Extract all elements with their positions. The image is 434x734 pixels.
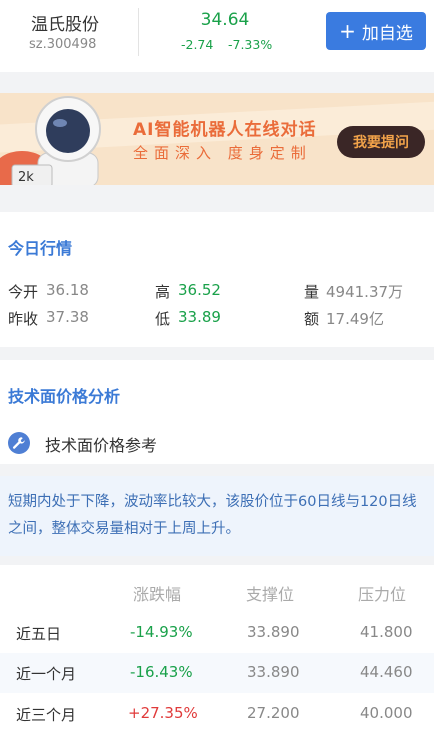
ask-question-button[interactable]: 我要提问 (337, 126, 425, 158)
summary-text: 短期内处于下降，波动率比较大，该股价位于60日线与120日线之间，整体交易量相对… (8, 494, 417, 537)
section-title: 技术面价格分析 (8, 387, 121, 406)
column-header-change: 涨跌幅 (133, 585, 182, 604)
volume-value: 4941.37万 (326, 283, 404, 301)
wrench-icon (8, 432, 30, 454)
support-cell: 27.200 (247, 704, 300, 722)
column-header-resistance: 压力位 (358, 585, 407, 604)
astronaut-illustration: 2k (0, 96, 101, 185)
amount-value: 17.49亿 (326, 310, 384, 328)
current-price: 34.64 (200, 10, 250, 30)
add-to-watchlist-label: 加自选 (361, 23, 413, 44)
high-label: 高 (155, 283, 171, 301)
resistance-cell: 41.800 (360, 623, 413, 641)
prev-close-label: 昨收 (8, 310, 39, 328)
open-value: 36.18 (46, 281, 89, 299)
volume-label: 量 (304, 283, 320, 301)
table-row: 近一个月 -16.43% 33.890 44.460 (0, 653, 434, 693)
period-cell: 近五日 (16, 625, 62, 643)
stock-name: 温氏股份 (31, 15, 99, 35)
banner-title: AI智能机器人在线对话 (133, 120, 317, 140)
change-cell: +27.35% (128, 704, 198, 722)
banner-subtitle: 全面深入 度身定制 (133, 144, 312, 162)
price-reference-row[interactable]: 技术面价格参考 (0, 420, 434, 464)
prev-close-value: 37.38 (46, 308, 89, 326)
amount-label: 额 (304, 310, 320, 328)
support-cell: 33.890 (247, 623, 300, 641)
stock-code: sz.300498 (29, 37, 97, 52)
period-cell: 近一个月 (16, 665, 77, 683)
section-title: 今日行情 (8, 239, 73, 258)
plus-icon: + (339, 19, 356, 43)
price-reference-label: 技术面价格参考 (45, 436, 158, 455)
price-change: -2.74 (181, 37, 214, 52)
low-label: 低 (155, 310, 171, 328)
support-cell: 33.890 (247, 663, 300, 681)
change-cell: -16.43% (130, 663, 193, 681)
price-range-table: 涨跌幅 支撑位 压力位 近五日 -14.93% 33.890 41.800 近一… (0, 565, 434, 734)
svg-text:2k: 2k (18, 170, 34, 185)
header-divider (138, 8, 139, 56)
column-header-support: 支撑位 (246, 585, 295, 604)
stock-header: 温氏股份 sz.300498 34.64 -2.74 -7.33% + 加自选 (0, 0, 434, 72)
analysis-section: 技术面价格分析 (0, 360, 434, 420)
table-row: 近三个月 +27.35% 27.200 40.000 (0, 694, 434, 734)
add-to-watchlist-button[interactable]: + 加自选 (326, 12, 426, 50)
period-cell: 近三个月 (16, 706, 77, 724)
today-market-section: 今日行情 今开 36.18 高 36.52 量 4941.37万 昨收 37.3… (0, 212, 434, 347)
change-cell: -14.93% (130, 623, 193, 641)
resistance-cell: 44.460 (360, 663, 413, 681)
analysis-summary: 短期内处于下降，波动率比较大，该股价位于60日线与120日线之间，整体交易量相对… (0, 476, 434, 556)
resistance-cell: 40.000 (360, 704, 413, 722)
table-row: 近五日 -14.93% 33.890 41.800 (0, 613, 434, 653)
high-value: 36.52 (178, 281, 221, 299)
open-label: 今开 (8, 283, 39, 301)
price-change-percent: -7.33% (228, 37, 273, 52)
low-value: 33.89 (178, 308, 221, 326)
